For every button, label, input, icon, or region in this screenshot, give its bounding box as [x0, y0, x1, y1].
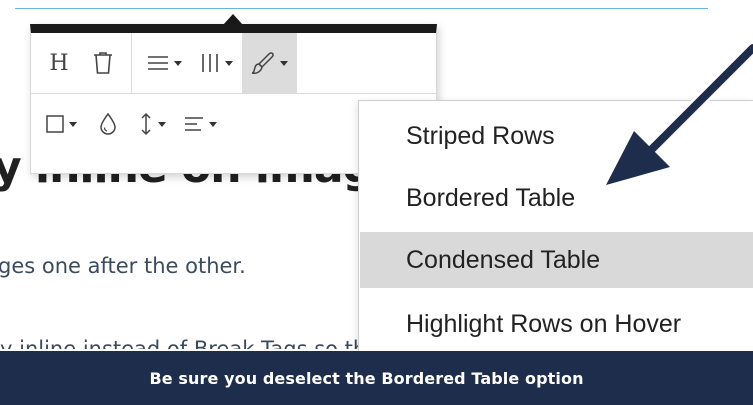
menu-item-highlight-rows-on-hover[interactable]: Highlight Rows on Hover: [360, 296, 753, 352]
heading-icon: H: [49, 50, 69, 76]
caption-text: Be sure you deselect the Bordered Table …: [149, 368, 584, 388]
chevron-down-icon: [209, 121, 217, 127]
align-left-icon: [185, 117, 203, 131]
toolbar-group-structure: [131, 33, 303, 93]
article-paragraph: ges one after the other.: [0, 254, 246, 278]
table-style-button[interactable]: [242, 33, 297, 93]
brush-icon: [251, 52, 274, 74]
chevron-down-icon: [174, 60, 182, 66]
menu-item-condensed-table[interactable]: Condensed Table: [360, 232, 753, 288]
cell-color-button[interactable]: [86, 94, 130, 154]
delete-table-button[interactable]: [81, 33, 125, 93]
toolbar-group-cell: [31, 94, 232, 154]
trash-icon: [94, 52, 112, 74]
toolbar-row-1: H: [31, 33, 436, 94]
chevron-down-icon: [158, 121, 166, 127]
screenshot-stage: y inline on imag ges one after the other…: [0, 0, 753, 405]
droplet-icon: [100, 113, 116, 135]
vertical-align-button[interactable]: [130, 94, 175, 154]
horizontal-align-button[interactable]: [175, 94, 226, 154]
column-options-button[interactable]: [191, 33, 242, 93]
top-divider: [15, 8, 708, 9]
menu-item-striped-rows[interactable]: Striped Rows: [360, 108, 753, 164]
rows-icon: [148, 56, 168, 70]
row-options-button[interactable]: [138, 33, 191, 93]
caption-banner: Be sure you deselect the Bordered Table …: [0, 351, 753, 405]
chevron-down-icon: [225, 60, 233, 66]
table-style-dropdown: Striped Rows Bordered Table Condensed Ta…: [358, 100, 753, 352]
heading-button[interactable]: H: [37, 33, 81, 93]
cell-border-button[interactable]: [37, 94, 86, 154]
chevron-down-icon: [280, 60, 288, 66]
menu-item-bordered-table[interactable]: Bordered Table: [360, 170, 753, 226]
toolbar-group-basic: H: [31, 33, 131, 93]
square-icon: [46, 115, 64, 133]
columns-icon: [202, 54, 218, 72]
vertical-resize-icon: [141, 112, 151, 136]
chevron-down-icon: [69, 121, 77, 127]
